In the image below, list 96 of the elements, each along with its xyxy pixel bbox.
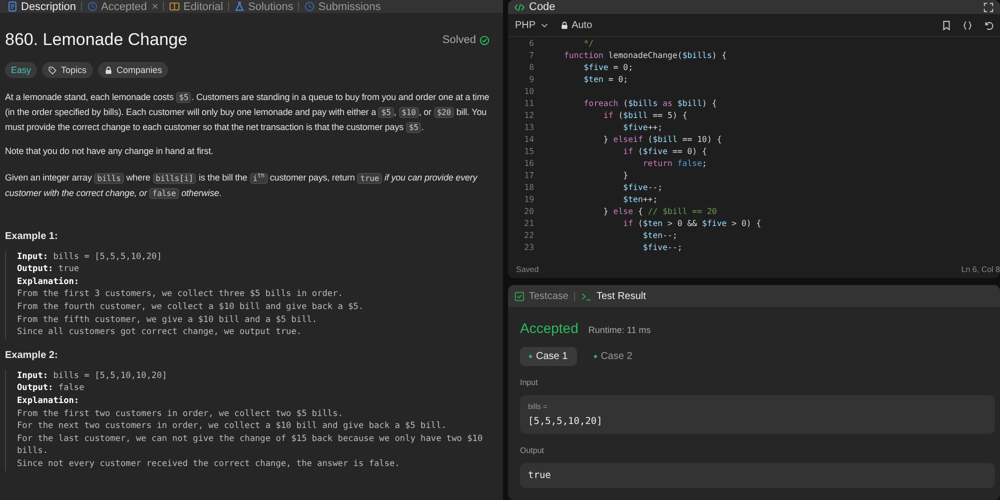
fullscreen-icon[interactable] xyxy=(983,2,994,12)
section-label: Input xyxy=(520,378,539,387)
line-number: 8 xyxy=(528,62,534,72)
line-number: 16 xyxy=(523,158,534,168)
example-line: Explanation: xyxy=(17,276,80,288)
line-number: 19 xyxy=(523,194,534,204)
code-line: } elseif ($bill == 10) { xyxy=(602,134,722,144)
code-line: } xyxy=(622,170,628,180)
section-label: Output xyxy=(520,446,546,455)
example-line: From the first two customers in order, we collect two $5 bills. xyxy=(17,408,344,420)
undo-icon[interactable] xyxy=(983,20,994,30)
runtime-text: Runtime: 11 ms xyxy=(588,325,651,335)
line-number: 13 xyxy=(523,122,534,132)
close-button[interactable]: × xyxy=(152,0,158,12)
example-line: Input: bills = [5,5,10,10,20] xyxy=(17,370,168,382)
topics-button[interactable]: Topics xyxy=(42,62,93,78)
line-number: 17 xyxy=(523,170,534,180)
line-number: 11 xyxy=(523,98,534,108)
line-number: 22 xyxy=(523,230,534,240)
tab[interactable]: Solutions xyxy=(231,0,296,12)
code-line: $ten = 0; xyxy=(582,74,628,84)
example-line: Output: true xyxy=(17,263,80,276)
solved-status: Solved xyxy=(442,34,476,46)
code-line: return false; xyxy=(642,158,707,168)
code-line: } else { // $bill == 20 xyxy=(602,206,717,216)
code-line: $five--; xyxy=(622,182,663,192)
save-status: Saved xyxy=(516,264,539,274)
tab[interactable]: Editorial xyxy=(166,0,226,12)
example-line: From the fifth customer, we give a $10 bill and a $5 bill. xyxy=(17,314,318,326)
line-number: 6 xyxy=(528,38,534,48)
code-line: foreach ($bills as $bill) { xyxy=(582,98,717,108)
line-number: 12 xyxy=(523,110,534,120)
language-dropdown[interactable]: PHP xyxy=(515,20,550,30)
tab[interactable]: Testcase xyxy=(514,290,568,302)
checkbox-icon xyxy=(514,290,525,302)
code-line: if ($bill == 5) { xyxy=(602,110,688,120)
document-icon xyxy=(7,1,18,12)
line-number: 10 xyxy=(523,86,534,96)
braces-icon[interactable] xyxy=(962,20,973,30)
terminal-icon xyxy=(581,290,592,302)
difficulty-badge: Easy xyxy=(5,62,38,78)
clock-icon xyxy=(87,1,98,12)
variable-value: [5,5,5,10,20] xyxy=(528,416,604,427)
code-line: $five--; xyxy=(642,242,682,252)
panel-title: Code xyxy=(529,1,556,13)
line-number: 7 xyxy=(528,50,534,60)
example-line: From the first 3 customers, we collect three $5 bills in order. xyxy=(17,288,344,302)
code-icon xyxy=(514,2,525,12)
code-line: $five++; xyxy=(622,122,663,132)
tab[interactable]: Description xyxy=(4,0,80,12)
description-paragraph: Given an integer array bills where bills[i] is the bill the i$^{th}$ customer pays, return true if you can provide every customer with the correct change, or false otherwise. xyxy=(5,171,478,201)
code-line: if ($five == 0) { xyxy=(622,146,707,156)
line-number: 20 xyxy=(523,206,534,216)
code-line: $ten--; xyxy=(642,230,678,240)
line-number: 21 xyxy=(523,218,534,228)
code-line: $ten++; xyxy=(622,194,658,204)
line-number: 15 xyxy=(523,146,534,156)
tag-icon xyxy=(48,66,58,74)
code-line: */ xyxy=(582,38,594,48)
cursor-position: Ln 6, Col 8 xyxy=(961,264,1000,274)
case-tab[interactable]: Case 1 xyxy=(520,347,577,366)
auto-mode-button[interactable]: Auto xyxy=(560,20,592,30)
example-line: Explanation: xyxy=(17,395,80,408)
bookmark-icon[interactable] xyxy=(941,20,952,30)
code-line: $five = 0; xyxy=(582,62,634,72)
clock-icon xyxy=(304,1,316,12)
example-line: For the next two customers in order, we collect a $10 bill and give back a $5 bill. xyxy=(17,420,448,433)
tab[interactable]: Test Result xyxy=(581,290,646,302)
line-number: 14 xyxy=(523,134,534,144)
case-tab[interactable]: Case 2 xyxy=(584,347,642,366)
example-line: Since not every customer received the correct change, the answer is false. xyxy=(17,458,401,471)
example-line: For the last customer, we can not give the change of $15 back because we only have two $10 bills. xyxy=(17,432,484,458)
description-paragraph: At a lemonade stand, each lemonade costs $5 . Customers are standing in a queue to buy from you and order one at a time (in the order specified by bills). Each customer will only buy one lemonade and pay with either a $5 , $10 , or $20 bill. You must provide the correct change to each customer so that the net transaction is that the customer pays $5 . xyxy=(5,91,490,135)
tab[interactable]: Accepted × xyxy=(84,0,162,12)
example-line: Input: bills = [5,5,5,10,20] xyxy=(17,250,163,264)
lock-icon xyxy=(560,20,569,30)
code-line: if ($ten > 0 && $five > 0) { xyxy=(622,218,762,228)
example-line: Since all customers got correct change, we output true. xyxy=(17,326,303,339)
example-line: From the fourth customer, we collect a $10 bill and give back a $5. xyxy=(17,301,365,314)
lock-icon xyxy=(104,66,113,74)
description-paragraph: Note that you do not have any change in hand at first. xyxy=(5,145,214,158)
book-icon xyxy=(169,1,180,12)
line-number: 18 xyxy=(523,182,534,192)
example-heading: Example 1: xyxy=(5,230,59,242)
flask-icon xyxy=(234,1,246,12)
code-line: function lemonadeChange($bills) { xyxy=(564,50,727,60)
output-value: true xyxy=(528,470,552,481)
example-heading: Example 2: xyxy=(5,350,59,361)
line-number: 9 xyxy=(528,74,534,84)
verdict-text: Accepted xyxy=(520,320,578,336)
companies-button[interactable]: Companies xyxy=(98,62,168,78)
line-number: 23 xyxy=(523,242,534,252)
check-circle-icon xyxy=(479,34,490,46)
tab[interactable]: Submissions xyxy=(301,0,384,12)
problem-title: 860. Lemonade Change xyxy=(5,30,188,50)
example-line: Output: false xyxy=(17,382,86,395)
